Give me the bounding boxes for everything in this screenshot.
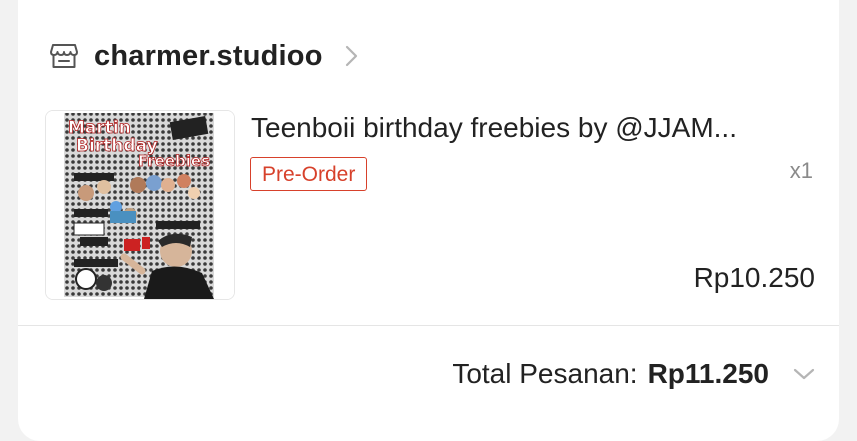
order-total-label: Total Pesanan: bbox=[452, 358, 638, 389]
preorder-badge: Pre-Order bbox=[250, 157, 368, 191]
product-thumbnail[interactable]: Martin Birthday Freebies bbox=[45, 110, 235, 300]
divider bbox=[18, 325, 839, 326]
thumbnail-title-line1: Martin bbox=[68, 118, 131, 138]
shop-header[interactable]: charmer.studioo bbox=[48, 36, 363, 76]
chevron-right-icon bbox=[345, 44, 363, 68]
product-quantity: x1 bbox=[789, 158, 813, 183]
chevron-down-icon[interactable] bbox=[791, 364, 817, 384]
order-card: charmer.studioo Martin Birthday Freebies bbox=[18, 0, 839, 441]
shop-name: charmer.studioo bbox=[94, 39, 323, 72]
product-title[interactable]: Teenboii birthday freebies by @JJAM... bbox=[251, 112, 821, 144]
product-price: Rp10.250 bbox=[693, 262, 815, 293]
order-total-value: Rp11.250 bbox=[647, 358, 769, 389]
order-total-row[interactable]: Total Pesanan: Rp11.250 bbox=[452, 358, 817, 390]
shop-icon bbox=[48, 40, 80, 72]
thumbnail-title-line3: Freebies bbox=[138, 152, 210, 170]
